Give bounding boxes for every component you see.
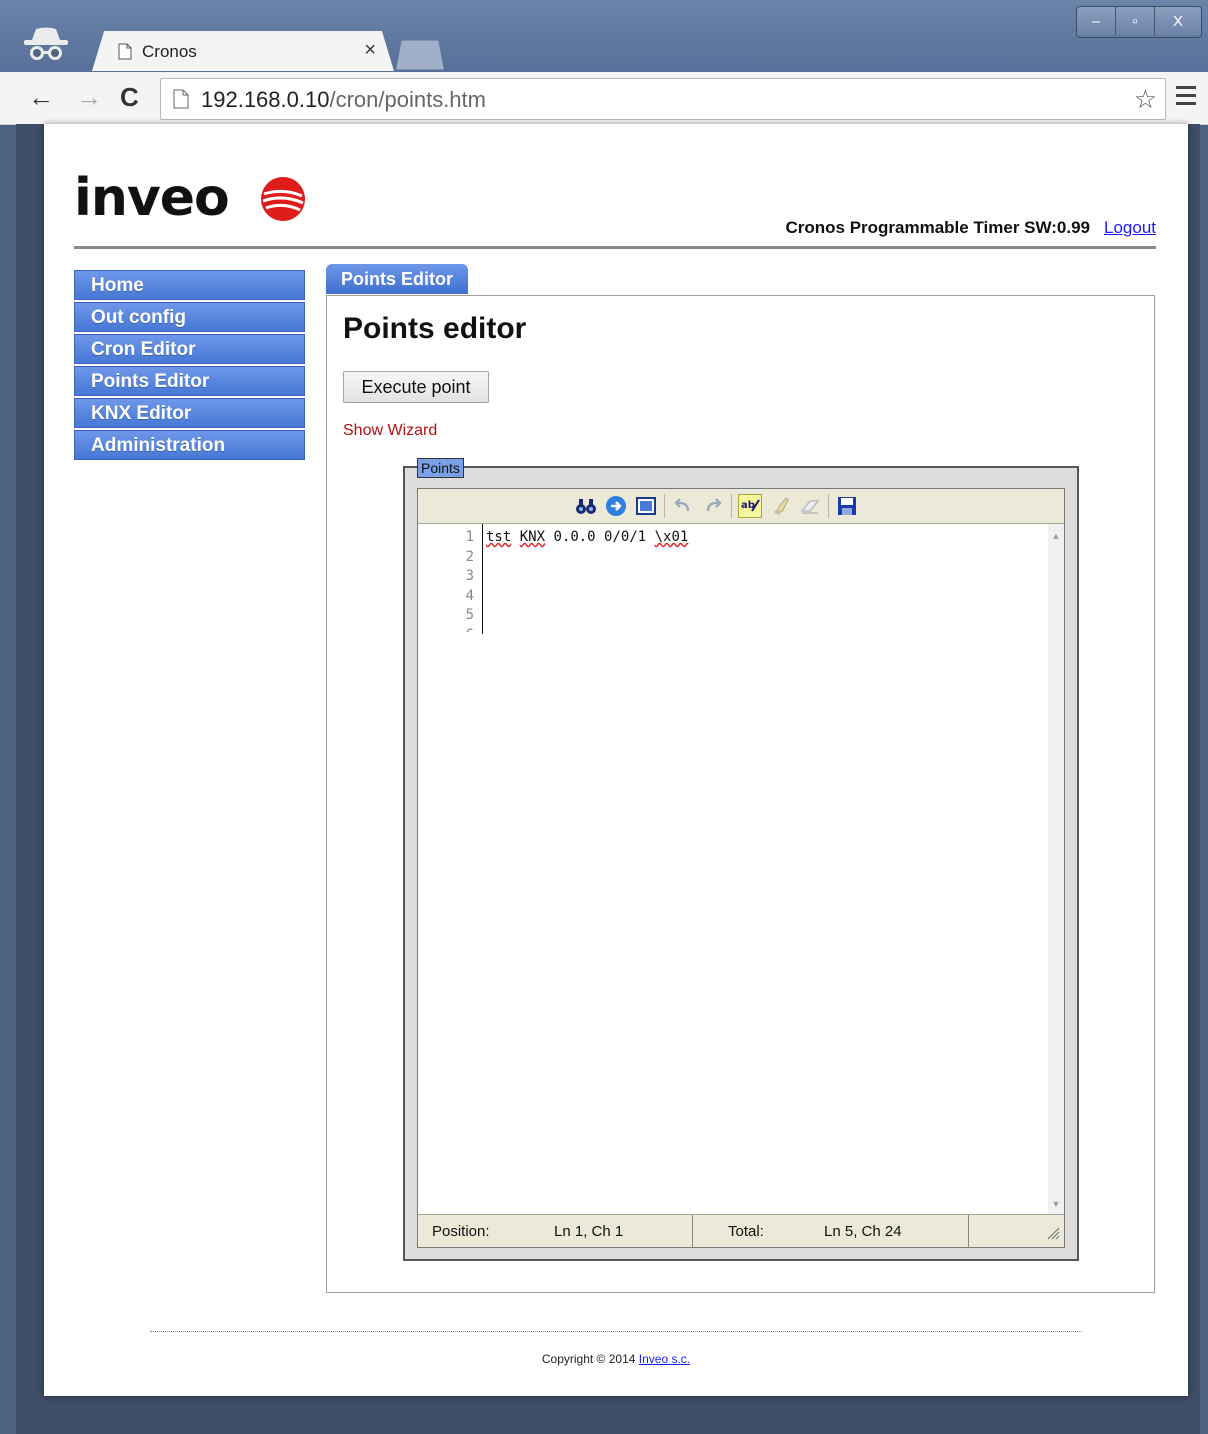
sidebar-item-cron-editor[interactable]: Cron Editor [74, 334, 305, 364]
code-editor: ab 1 2 3 4 5 tst KNX 0.0.0 0/0/1 \x01 ▲ … [417, 488, 1065, 1248]
total-label: Total: [728, 1223, 764, 1240]
editor-toolbar: ab [418, 489, 1064, 524]
code-token: KNX [519, 529, 546, 545]
close-tab-icon[interactable]: × [364, 39, 376, 62]
go-to-line-icon[interactable] [604, 494, 628, 518]
code-token: tst [486, 529, 512, 545]
undo-icon[interactable] [671, 494, 695, 518]
sidebar-item-knx-editor[interactable]: KNX Editor [74, 398, 305, 428]
reset-icon[interactable] [798, 494, 822, 518]
code-line: tst KNX 0.0.0 0/0/1 \x01 [486, 528, 688, 548]
incognito-icon [22, 26, 70, 66]
address-bar[interactable]: 192.168.0.10/cron/points.htm ☆ [160, 78, 1166, 120]
status-divider [968, 1215, 969, 1247]
line-numbers: 1 2 3 4 5 6 [418, 528, 480, 632]
sidebar: Home Out config Cron Editor Points Edito… [74, 270, 305, 462]
toolbar-separator [664, 494, 665, 518]
window-controls: – ▫ X [1076, 6, 1202, 38]
scroll-down-icon[interactable]: ▼ [1048, 1196, 1064, 1212]
reload-icon[interactable]: C [120, 82, 139, 112]
copyright-text: Copyright © 2014 [541, 1352, 639, 1366]
url-path: /cron/points.htm [329, 87, 486, 112]
minimize-button[interactable]: – [1077, 7, 1116, 35]
browser-tab[interactable]: Cronos × [92, 31, 394, 71]
url-host: 192.168.0.10 [201, 87, 330, 112]
status-divider [692, 1215, 693, 1247]
inveo-logo: inveo [74, 168, 305, 228]
tab-points-editor[interactable]: Points Editor [326, 264, 468, 294]
browser-toolbar: ← → C 192.168.0.10/cron/points.htm ☆ [0, 72, 1208, 125]
line-number: 6 [418, 626, 480, 633]
code-area[interactable]: 1 2 3 4 5 6 tst KNX 0.0.0 0/0/1 \x01 [418, 524, 1050, 1216]
close-window-button[interactable]: X [1155, 7, 1201, 35]
new-tab-button[interactable] [396, 40, 444, 70]
menu-icon[interactable] [1176, 86, 1196, 110]
line-number: 4 [465, 587, 474, 604]
editor-statusbar: Position: Ln 1, Ch 1 Total: Ln 5, Ch 24 [418, 1214, 1064, 1247]
page-title: Points editor [343, 312, 527, 345]
fullscreen-icon[interactable] [634, 494, 658, 518]
product-version: Cronos Programmable Timer SW:0.99 [785, 218, 1090, 237]
total-value: Ln 5, Ch 24 [824, 1223, 902, 1240]
execute-point-button[interactable]: Execute point [343, 371, 489, 403]
points-legend: Points [417, 458, 464, 478]
forward-icon[interactable]: → [76, 82, 102, 112]
footer: Copyright © 2014 Inveo s.c. [44, 1352, 1188, 1366]
back-icon[interactable]: ← [28, 82, 54, 112]
highlight-icon[interactable] [768, 494, 792, 518]
toolbar-separator [828, 494, 829, 518]
sidebar-item-points-editor[interactable]: Points Editor [74, 366, 305, 396]
tab-title: Cronos [142, 42, 197, 61]
sidebar-item-administration[interactable]: Administration [74, 430, 305, 460]
spellcheck-icon[interactable]: ab [738, 494, 762, 518]
footer-divider [150, 1331, 1082, 1332]
gutter-divider [482, 524, 483, 634]
logo-text: inveo [74, 168, 230, 228]
sidebar-item-home[interactable]: Home [74, 270, 305, 300]
points-fieldset: Points ab 1 2 3 4 5 tst KNX 0.0.0 0/0/1 … [403, 458, 1079, 1261]
show-wizard-link[interactable]: Show Wizard [343, 422, 437, 440]
line-number: 2 [465, 548, 474, 565]
position-label: Position: [432, 1223, 490, 1240]
maximize-button[interactable]: ▫ [1116, 7, 1155, 35]
toolbar-separator [731, 494, 732, 518]
browser-titlebar: Cronos × – ▫ X [0, 0, 1208, 72]
url-text: 192.168.0.10/cron/points.htm [201, 87, 486, 113]
sidebar-item-out-config[interactable]: Out config [74, 302, 305, 332]
save-icon[interactable] [835, 494, 859, 518]
scroll-up-icon[interactable]: ▲ [1048, 528, 1064, 544]
redo-icon[interactable] [701, 494, 725, 518]
line-number: 5 [465, 607, 474, 623]
line-number: 1 [465, 529, 474, 545]
line-number: 3 [465, 568, 474, 584]
code-token: \x01 [654, 529, 689, 545]
page: inveo Cronos Programmable Timer SW:0.99 L… [44, 124, 1188, 1396]
logout-link[interactable]: Logout [1104, 218, 1156, 237]
logo-mark-icon [260, 176, 306, 227]
page-icon [173, 89, 189, 114]
search-icon[interactable] [574, 494, 598, 518]
page-icon [118, 43, 132, 65]
position-value: Ln 1, Ch 1 [554, 1223, 624, 1240]
company-link[interactable]: Inveo s.c. [639, 1352, 690, 1366]
content-panel: Points editor Execute point Show Wizard … [326, 295, 1155, 1293]
editor-scrollbar[interactable]: ▲ ▼ [1048, 524, 1064, 1216]
header-info: Cronos Programmable Timer SW:0.99 Logout [785, 218, 1156, 238]
header-divider [74, 246, 1156, 249]
code-token: 0.0.0 0/0/1 [545, 529, 655, 545]
bookmark-star-icon[interactable]: ☆ [1134, 84, 1157, 115]
resize-grip-icon[interactable] [1044, 1224, 1060, 1244]
browser-viewport: inveo Cronos Programmable Timer SW:0.99 L… [16, 124, 1200, 1434]
